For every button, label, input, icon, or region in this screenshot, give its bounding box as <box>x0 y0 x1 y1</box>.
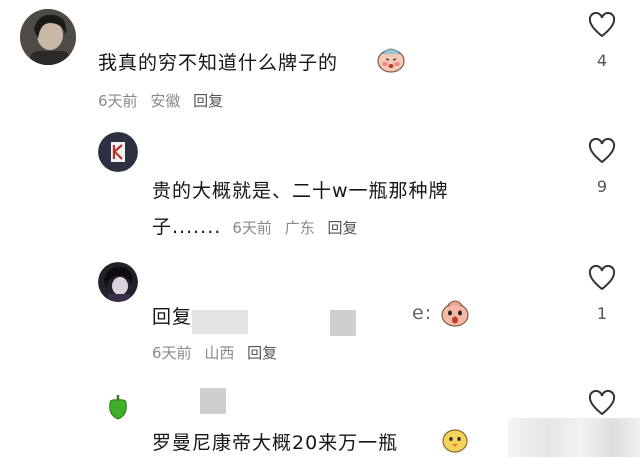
redacted-username-blur <box>192 310 248 334</box>
comment-meta: 6天前 山西 回复 <box>152 342 277 363</box>
comment-location: 山西 <box>204 344 235 362</box>
comment-text-suffix: e: <box>412 302 433 324</box>
user-avatar[interactable] <box>98 262 138 302</box>
comment-location: 安徽 <box>150 92 181 110</box>
comment-time: 6天前 <box>152 344 192 362</box>
heart-icon <box>588 265 616 291</box>
comment-text-continued: 子....... <box>152 216 222 238</box>
like-button[interactable] <box>588 265 618 291</box>
comment-text: 罗曼尼康帝大概20来万一瓶 <box>152 432 399 454</box>
redacted-username-blur <box>330 310 356 336</box>
redacted-username-blur <box>200 388 226 414</box>
like-button[interactable] <box>588 138 618 164</box>
heart-icon <box>588 138 616 164</box>
like-button[interactable] <box>588 390 618 416</box>
comment-meta: 6天前 广东 回复 <box>232 219 357 237</box>
chick-sticker-icon <box>440 424 470 458</box>
comment-text-prefix: 回复 <box>152 306 193 328</box>
comment-time: 6天前 <box>232 219 272 237</box>
like-count: 1 <box>596 304 608 323</box>
like-button[interactable] <box>588 12 618 38</box>
reply-button[interactable]: 回复 <box>327 219 357 237</box>
like-count: 4 <box>596 51 608 70</box>
user-avatar[interactable] <box>106 393 130 421</box>
blushing-face-sticker-icon <box>376 44 406 78</box>
person-photo-icon <box>20 9 76 65</box>
reply-button[interactable]: 回复 <box>247 344 277 362</box>
comment-time: 6天前 <box>98 92 138 110</box>
user-avatar[interactable] <box>20 9 76 65</box>
comment-meta: 6天前 安徽 回复 <box>98 90 223 111</box>
redacted-blur-overlay <box>508 418 640 457</box>
like-count: 9 <box>596 177 608 196</box>
comment-location: 广东 <box>284 219 315 237</box>
comment-text: 我真的穷不知道什么牌子的 <box>98 52 339 74</box>
dark-anime-avatar-icon <box>98 262 138 302</box>
user-avatar[interactable] <box>98 132 138 172</box>
green-pepper-icon <box>109 395 127 420</box>
heart-icon <box>588 390 616 416</box>
heart-icon <box>588 12 616 38</box>
letter-k-logo-icon <box>98 132 138 172</box>
comment-text-line-2: 子....... 6天前 广东 回复 <box>152 212 357 239</box>
surprised-face-sticker-icon <box>440 298 470 332</box>
reply-button[interactable]: 回复 <box>193 92 223 110</box>
comment-text-line-1: 贵的大概就是、二十w一瓶那种牌 <box>152 180 449 202</box>
